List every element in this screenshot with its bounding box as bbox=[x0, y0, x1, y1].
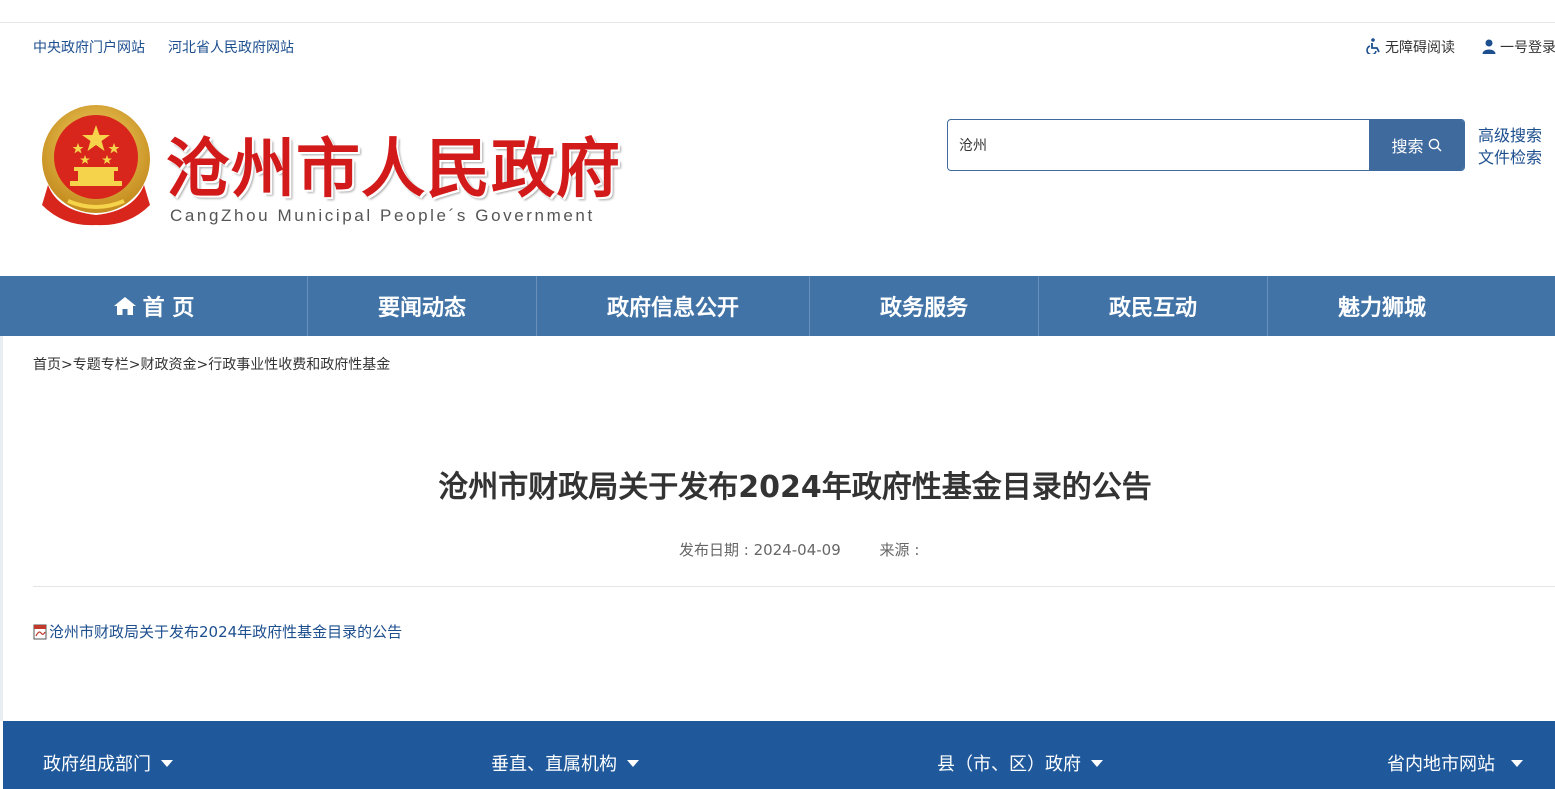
footer-dropdown-counties[interactable]: 县（市、区）政府 bbox=[937, 750, 1103, 776]
footer-dropdown-province-cities[interactable]: 省内地市网站 bbox=[1387, 750, 1523, 776]
nav-item-gov-services[interactable]: 政务服务 bbox=[810, 276, 1038, 336]
search-extra-links: 高级搜索 文件检索 bbox=[1478, 125, 1542, 169]
footer-dropdown-departments[interactable]: 政府组成部门 bbox=[43, 750, 173, 776]
article-title: 沧州市财政局关于发布2024年政府性基金目录的公告 bbox=[438, 470, 1152, 505]
top-bar: 中央政府门户网站 河北省人民政府网站 无障碍阅读 一号登录 bbox=[0, 23, 1555, 67]
attachment-link[interactable]: 沧州市财政局关于发布2024年政府性基金目录的公告 bbox=[49, 621, 402, 642]
breadcrumb-separator: > bbox=[61, 357, 73, 373]
search-button-label: 搜索 bbox=[1391, 137, 1424, 156]
footer-dropdown-agencies[interactable]: 垂直、直属机构 bbox=[491, 750, 639, 776]
breadcrumb-home[interactable]: 首页 bbox=[33, 357, 61, 373]
main-nav: 首 页 要闻动态 政府信息公开 政务服务 政民互动 魅力狮城 bbox=[0, 276, 1555, 336]
content-divider bbox=[33, 586, 1555, 587]
nav-label-home: 首 页 bbox=[142, 296, 195, 321]
hebei-gov-link[interactable]: 河北省人民政府网站 bbox=[168, 37, 294, 57]
footer-label: 县（市、区）政府 bbox=[937, 754, 1081, 775]
login-label: 一号登录 bbox=[1500, 40, 1555, 56]
site-subtitle: CangZhou Municipal People´s Government bbox=[170, 206, 595, 225]
site-title: 沧州市人民政府 bbox=[166, 133, 621, 207]
breadcrumb-current[interactable]: 行政事业性收费和政府性基金 bbox=[208, 357, 390, 373]
nav-item-info-disclosure[interactable]: 政府信息公开 bbox=[537, 276, 809, 336]
attachment-row: 沧州市财政局关于发布2024年政府性基金目录的公告 bbox=[33, 621, 402, 642]
nav-item-interaction[interactable]: 政民互动 bbox=[1039, 276, 1267, 336]
breadcrumb-separator: > bbox=[196, 357, 209, 373]
search-box: 搜索 bbox=[947, 119, 1465, 171]
footer-links-bar: 政府组成部门 垂直、直属机构 县（市、区）政府 省内地市网站 bbox=[3, 721, 1555, 789]
caret-down-icon bbox=[627, 759, 639, 767]
accessibility-label: 无障碍阅读 bbox=[1385, 40, 1455, 56]
breadcrumb-separator: > bbox=[128, 357, 141, 373]
accessibility-link[interactable]: 无障碍阅读 bbox=[1366, 37, 1455, 57]
breadcrumb-special-topics[interactable]: 专题专栏 bbox=[73, 357, 129, 373]
nav-item-news[interactable]: 要闻动态 bbox=[308, 276, 536, 336]
article-source: 来源 : bbox=[879, 541, 920, 559]
search-button[interactable]: 搜索 bbox=[1369, 120, 1464, 170]
caret-down-icon bbox=[161, 759, 173, 767]
national-emblem-logo bbox=[42, 105, 150, 226]
breadcrumb: 首页>专题专栏>财政资金>行政事业性收费和政府性基金 bbox=[33, 354, 390, 374]
publish-date: 发布日期 : 2024-04-09 bbox=[679, 541, 841, 559]
search-input[interactable] bbox=[948, 120, 1370, 170]
breadcrumb-finance-funds[interactable]: 财政资金 bbox=[140, 357, 196, 373]
caret-down-icon bbox=[1511, 759, 1523, 767]
footer-label: 垂直、直属机构 bbox=[491, 754, 617, 775]
search-icon bbox=[1428, 138, 1441, 152]
advanced-search-link[interactable]: 高级搜索 bbox=[1478, 125, 1542, 147]
caret-down-icon bbox=[1091, 759, 1103, 767]
nav-item-city-charm[interactable]: 魅力狮城 bbox=[1268, 276, 1496, 336]
login-link[interactable]: 一号登录 bbox=[1482, 37, 1555, 57]
home-icon bbox=[113, 297, 136, 315]
central-gov-link[interactable]: 中央政府门户网站 bbox=[33, 37, 145, 57]
footer-label: 政府组成部门 bbox=[43, 754, 151, 775]
user-icon bbox=[1482, 39, 1496, 54]
file-search-link[interactable]: 文件检索 bbox=[1478, 147, 1542, 169]
pdf-file-icon bbox=[33, 624, 47, 639]
left-edge-bar bbox=[0, 336, 3, 721]
footer-label: 省内地市网站 bbox=[1387, 754, 1495, 775]
article-meta: 发布日期 : 2024-04-09 来源 : bbox=[679, 539, 919, 560]
wheelchair-icon bbox=[1366, 38, 1380, 54]
nav-item-home[interactable]: 首 页 bbox=[0, 276, 307, 336]
